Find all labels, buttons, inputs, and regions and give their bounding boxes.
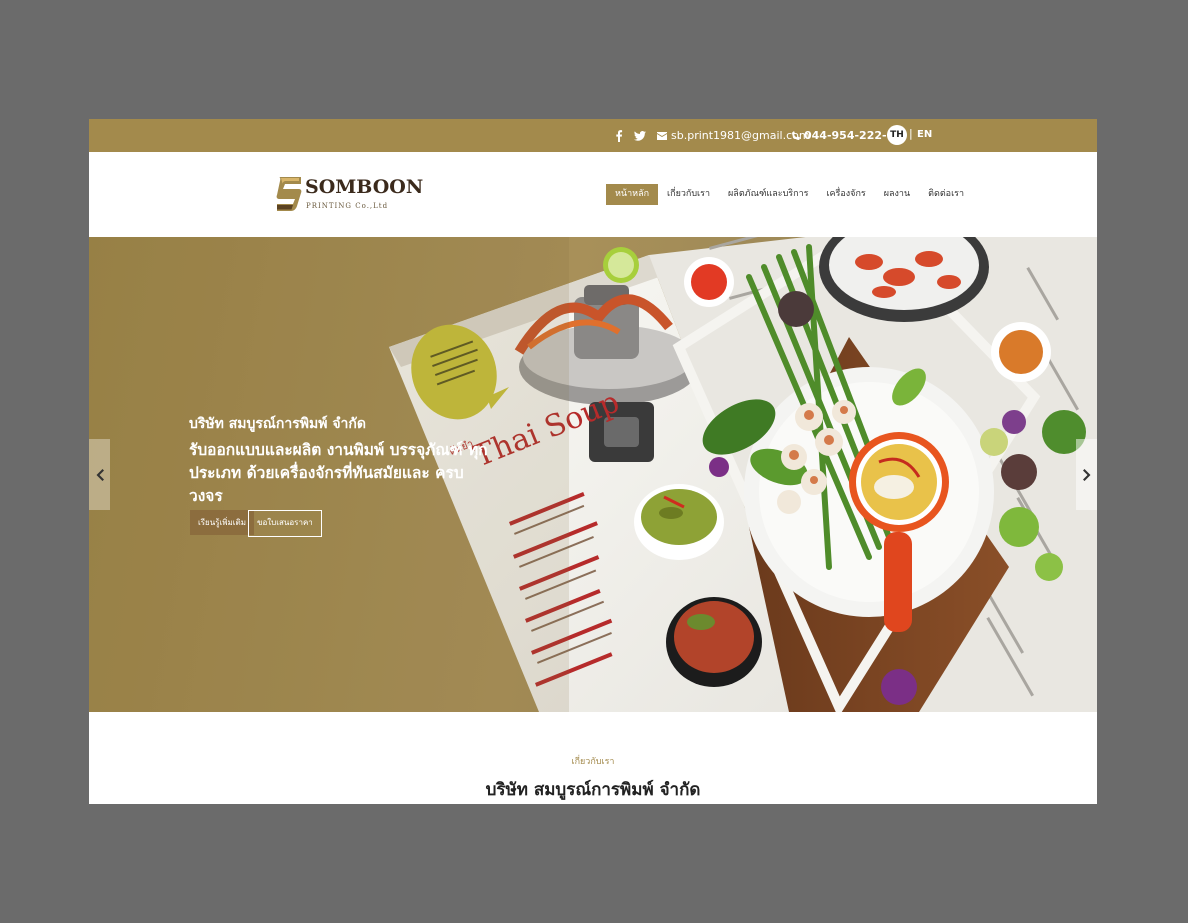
nav-item-4[interactable]: ผลงาน bbox=[875, 184, 919, 205]
phone-text: 044-954-222-6 bbox=[804, 129, 895, 142]
chevron-right-icon bbox=[1082, 468, 1090, 481]
twitter-link[interactable] bbox=[634, 119, 646, 152]
nav-item-1[interactable]: เกี่ยวกับเรา bbox=[658, 184, 719, 205]
website-frame: sb.print1981@gmail.com 044-954-222-6 TH … bbox=[89, 119, 1097, 804]
learn-more-button[interactable]: เรียนรู้เพิ่มเติม bbox=[190, 510, 254, 535]
email-text: sb.print1981@gmail.com bbox=[671, 129, 810, 142]
header: SOMBOON PRINTING Co.,Ltd หน้าหลัก เกี่ยวก… bbox=[89, 152, 1097, 237]
facebook-link[interactable] bbox=[615, 119, 623, 152]
email-link[interactable]: sb.print1981@gmail.com bbox=[657, 119, 810, 152]
chevron-left-icon bbox=[96, 468, 104, 481]
request-quote-button[interactable]: ขอใบเสนอราคา bbox=[248, 510, 322, 537]
envelope-icon bbox=[657, 131, 667, 140]
logo-s-mark bbox=[276, 177, 302, 211]
about-label: เกี่ยวกับเรา bbox=[571, 757, 615, 767]
slider-prev-button[interactable] bbox=[89, 439, 110, 510]
nav-item-3[interactable]: เครื่องจักร bbox=[817, 184, 874, 205]
logo[interactable]: SOMBOON PRINTING Co.,Ltd bbox=[275, 175, 423, 217]
hero-headline: รับออกแบบและผลิต งานพิมพ์ บรรจุภัณฑ์ ทุก… bbox=[189, 441, 488, 505]
logo-subtitle: PRINTING Co.,Ltd bbox=[306, 202, 389, 210]
about-section: เกี่ยวกับเรา บริษัท สมบูรณ์การพิมพ์ จำกั… bbox=[89, 712, 1097, 804]
phone-icon bbox=[792, 130, 800, 140]
phone-link[interactable]: 044-954-222-6 bbox=[792, 119, 894, 152]
nav-item-0[interactable]: หน้าหลัก bbox=[606, 184, 659, 205]
lang-separator: | bbox=[909, 127, 913, 140]
lang-th-button[interactable]: TH bbox=[887, 125, 907, 145]
facebook-icon bbox=[616, 129, 623, 142]
main-nav: หน้าหลัก เกี่ยวกับเรา ผลิตภัณฑ์และบริการ เค… bbox=[606, 184, 973, 205]
nav-item-5[interactable]: ติดต่อเรา bbox=[919, 184, 973, 205]
hero-company-name: บริษัท สมบูรณ์การพิมพ์ จำกัด bbox=[189, 416, 366, 432]
slider-next-button[interactable] bbox=[1076, 439, 1097, 510]
about-title: บริษัท สมบูรณ์การพิมพ์ จำกัด bbox=[485, 780, 701, 800]
logo-name: SOMBOON bbox=[305, 176, 424, 198]
twitter-icon bbox=[634, 130, 646, 141]
top-bar: sb.print1981@gmail.com 044-954-222-6 TH … bbox=[89, 119, 1097, 152]
nav-item-2[interactable]: ผลิตภัณฑ์และบริการ bbox=[719, 184, 817, 205]
hero-slider: Thai Soup ต้มยำ bbox=[89, 237, 1097, 712]
lang-en-button[interactable]: EN bbox=[917, 129, 932, 140]
